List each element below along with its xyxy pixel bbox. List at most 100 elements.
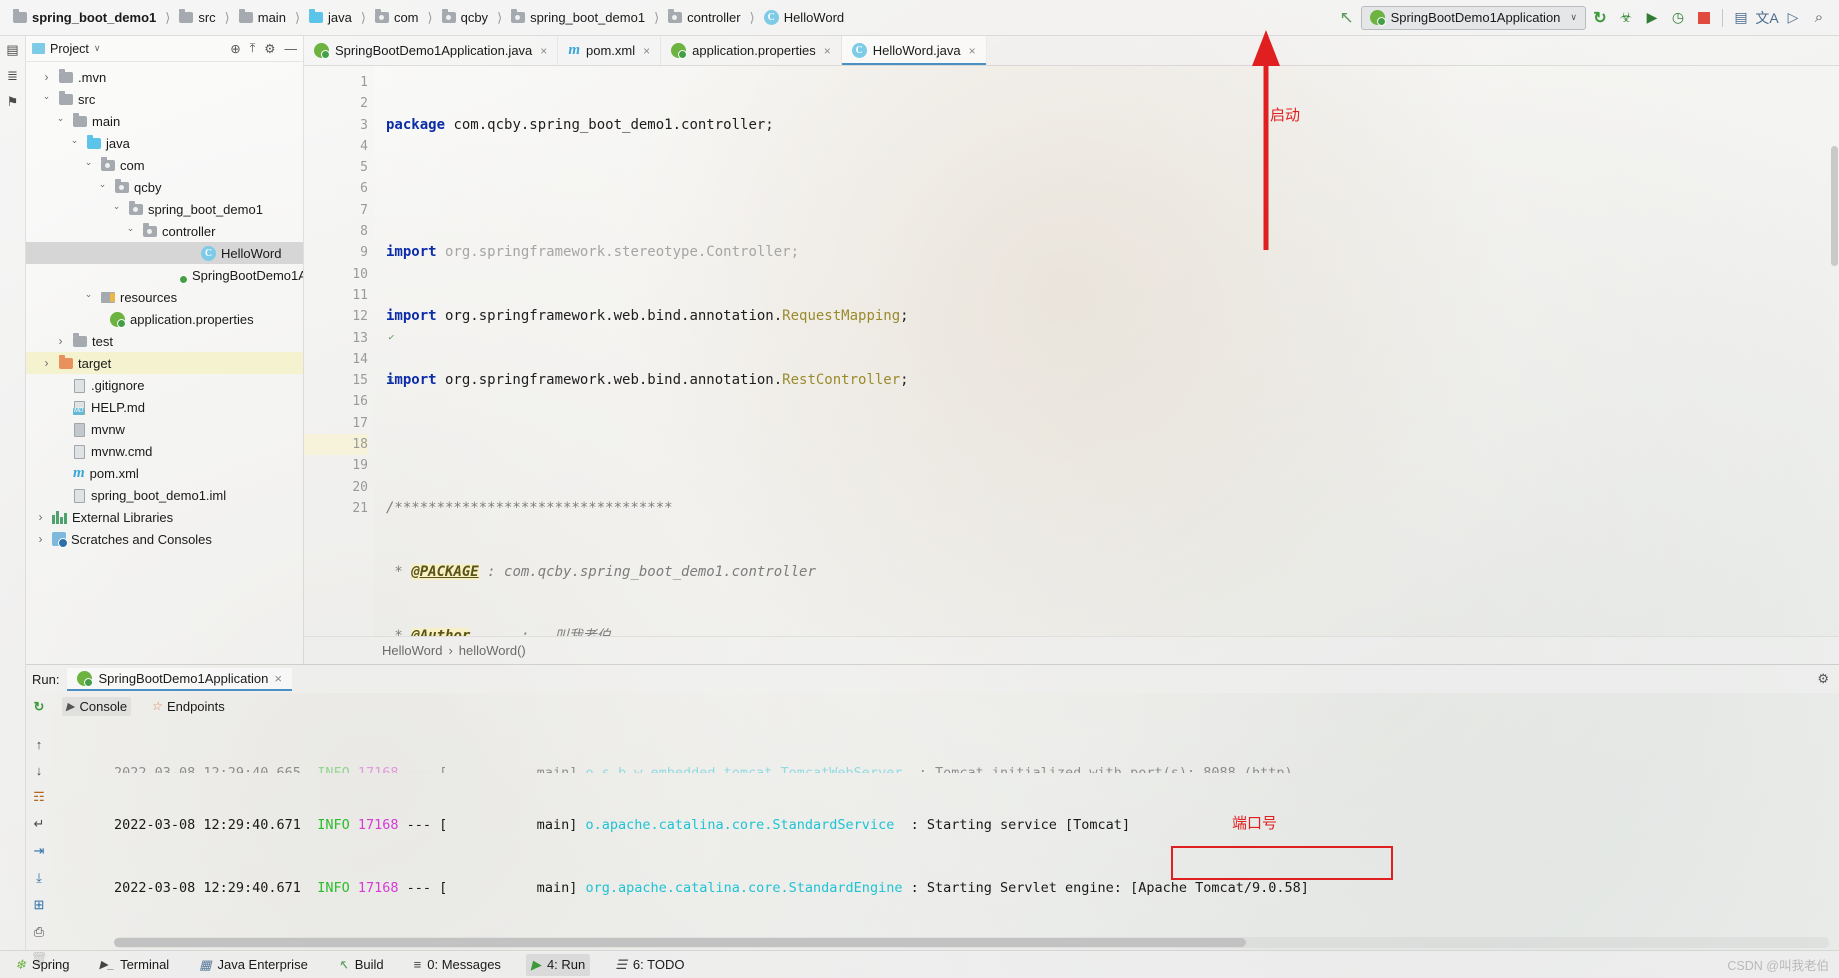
updates-icon[interactable]: ▷ [1781,6,1805,30]
chevron-down-icon[interactable] [82,292,95,303]
locate-icon[interactable]: ⊕ [230,41,240,56]
tree-item-test[interactable]: test [26,330,303,352]
chevron-right-icon[interactable] [34,532,47,546]
breadcrumb-item-helloword[interactable]: C HelloWord [759,8,849,27]
spring-bean-icon[interactable] [373,331,388,346]
scroll-up-icon[interactable]: ↑ [36,737,43,752]
tab-endpoints[interactable]: ☆ Endpoints [147,697,229,716]
scroll-to-end-icon[interactable]: ⇥ [34,843,45,859]
tree-item-help-md[interactable]: MD HELP.md [26,396,303,418]
breadcrumb-class[interactable]: HelloWord [382,643,442,658]
breadcrumb-item-project[interactable]: spring_boot_demo1 [8,8,161,27]
chevron-down-icon[interactable] [82,160,95,171]
status-item-java-enterprise[interactable]: ▦ Java Enterprise [194,954,313,976]
chevron-right-icon[interactable] [40,356,53,370]
run-session-tab[interactable]: SpringBootDemo1Application × [67,667,292,691]
translate-icon[interactable]: 文A [1755,6,1779,30]
tree-item-application-properties[interactable]: application.properties [26,308,303,330]
chevron-down-icon[interactable] [110,204,123,215]
chevron-right-icon[interactable] [40,70,53,84]
status-item-run[interactable]: ▶ 4: Run [525,953,591,976]
close-icon[interactable]: × [824,44,831,58]
status-item-messages[interactable]: ≡ 0: Messages [409,954,506,975]
coverage-icon[interactable]: ◷ [1666,6,1690,30]
tree-item-main[interactable]: main [26,110,303,132]
editor-tab-pom-xml[interactable]: m pom.xml × [558,36,662,65]
build-hammer-icon[interactable]: ↖ [1335,6,1359,30]
console-output[interactable]: 2022-03-08 12:29:40.665 INFO 17168 --- [… [52,719,1839,937]
code-viewport[interactable]: 1 2 3 4 5 6 7 8 9 10 11 12 13 14 15 16 1… [304,66,1839,636]
breadcrumb-item-main[interactable]: main [234,8,291,27]
debug-icon[interactable]: ☣ [1614,6,1638,30]
structure-tool-icon[interactable]: ≣ [7,68,18,84]
chevron-right-icon[interactable] [34,510,47,524]
breadcrumb-item-spring-boot-demo1[interactable]: spring_boot_demo1 [506,8,650,27]
tree-item-qcby[interactable]: qcby [26,176,303,198]
print-icon[interactable]: ⎙ [34,924,44,940]
tree-item-java[interactable]: java [26,132,303,154]
code-text[interactable]: package com.qcby.spring_boot_demo1.contr… [374,66,1839,636]
stop-icon[interactable] [1692,6,1716,30]
rerun-icon[interactable]: ↻ [1588,6,1612,30]
editor-gutter[interactable]: 1 2 3 4 5 6 7 8 9 10 11 12 13 14 15 16 1… [304,66,374,636]
close-icon[interactable]: × [969,44,976,58]
tree-item-external-libraries[interactable]: External Libraries [26,506,303,528]
status-item-todo[interactable]: ☰ 6: TODO [610,954,689,976]
breadcrumb-item-controller[interactable]: controller [663,8,745,27]
breadcrumb-item-src[interactable]: src [174,8,220,27]
close-icon[interactable]: × [274,671,282,686]
tree-item-iml[interactable]: spring_boot_demo1.iml [26,484,303,506]
tree-item-helloword[interactable]: C HelloWord [26,242,303,264]
thread-dump-icon[interactable]: ☶ [33,789,45,805]
bookmarks-tool-icon[interactable]: ⚑ [7,94,19,110]
editor-tab-application-properties[interactable]: application.properties × [661,36,842,65]
status-item-spring[interactable]: ❄ Spring [10,954,74,976]
hide-panel-icon[interactable]: — [285,42,298,56]
status-item-build[interactable]: ↖ Build [333,954,389,976]
run-with-profiler-icon[interactable]: ▶ [1640,6,1664,30]
breadcrumb-method[interactable]: helloWord() [459,643,526,658]
run-configuration-selector[interactable]: SpringBootDemo1Application ∨ [1360,5,1586,30]
chevron-down-icon[interactable] [124,226,137,237]
soft-wrap-icon[interactable]: ↵ [34,816,45,832]
tab-console[interactable]: ▶ Console [62,696,132,716]
tree-item-src[interactable]: src [26,88,303,110]
editor-tab-helloword-java[interactable]: C HelloWord.java × [841,36,987,65]
project-tool-icon[interactable]: ▤ [6,42,18,58]
intention-bulb-icon[interactable] [373,437,388,452]
tree-item-mvn[interactable]: .mvn [26,66,303,88]
editor-tab-springbootdemo1application[interactable]: SpringBootDemo1Application.java × [304,36,559,65]
tree-item-mvnw[interactable]: mvnw [26,418,303,440]
tree-item-target[interactable]: target [26,352,303,374]
console-horizontal-scrollbar[interactable] [114,937,1829,948]
tree-item-resources[interactable]: resources [26,286,303,308]
close-icon[interactable]: × [643,44,650,58]
chevron-down-icon[interactable] [40,94,53,105]
chevron-right-icon[interactable] [54,334,67,348]
breadcrumb-item-com[interactable]: com [370,8,424,27]
close-icon[interactable]: × [540,44,547,58]
settings-gear-icon[interactable]: ⚙ [264,41,275,56]
tree-item-spring-boot-demo1[interactable]: spring_boot_demo1 [26,198,303,220]
chevron-down-icon[interactable] [96,182,109,193]
scroll-to-bottom-icon[interactable]: ⤓ [36,870,42,886]
spring-class-bean-icon[interactable] [373,373,388,388]
tree-item-springbootdemo1application[interactable]: SpringBootDemo1Application [26,264,303,286]
chevron-down-icon[interactable] [54,116,67,127]
search-everywhere-icon[interactable]: ⌕ [1807,6,1831,30]
breadcrumb-item-qcby[interactable]: qcby [437,8,493,27]
tree-item-gitignore[interactable]: .gitignore [26,374,303,396]
tree-item-scratches-and-consoles[interactable]: Scratches and Consoles [26,528,303,550]
breadcrumb-item-java[interactable]: java [304,8,357,27]
chevron-down-icon[interactable] [68,138,81,149]
project-structure-icon[interactable]: ▤ [1729,6,1753,30]
rerun-icon[interactable]: ↻ [34,699,45,715]
status-item-terminal[interactable]: ▶_ Terminal [94,954,174,975]
tree-item-com[interactable]: com [26,154,303,176]
tree-item-controller[interactable]: controller [26,220,303,242]
scroll-down-icon[interactable]: ↓ [36,763,43,778]
tree-item-mvnw-cmd[interactable]: mvnw.cmd [26,440,303,462]
settings-gear-icon[interactable]: ⚙ [1817,671,1829,687]
tree-item-pom-xml[interactable]: m pom.xml [26,462,303,484]
print-layout-icon[interactable]: ⊞ [34,897,45,913]
